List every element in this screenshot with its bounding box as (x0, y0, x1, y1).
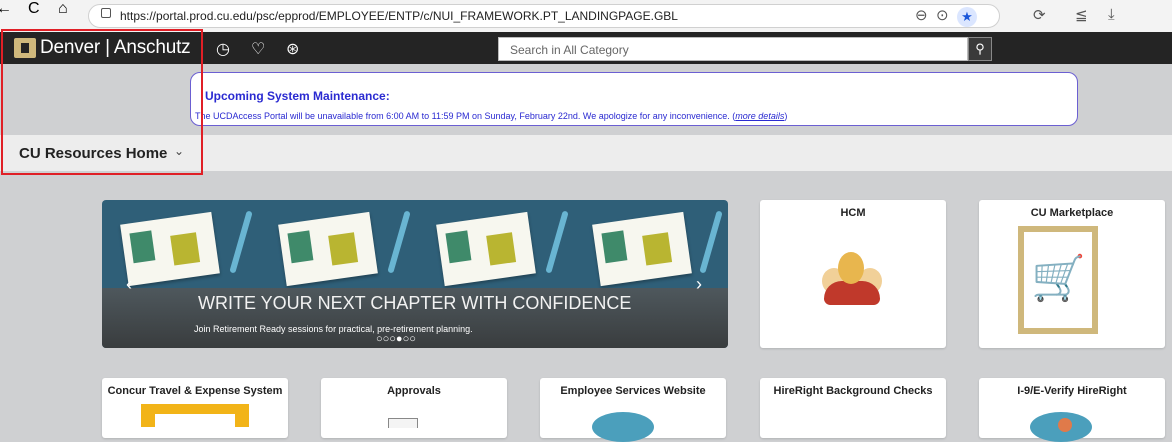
pen-illustration (229, 210, 253, 274)
book-illustration (278, 211, 378, 287)
globe-icon (592, 412, 654, 442)
favorites-list-icon[interactable]: ≦ (1075, 6, 1088, 24)
carousel-dots[interactable]: ○○○●○○ (376, 333, 416, 345)
home-icon[interactable]: ⌂ (58, 0, 68, 18)
tile-title: CU Marketplace (1030, 207, 1114, 219)
accessibility-icon[interactable]: ⊛ (286, 39, 299, 59)
more-icon[interactable]: ⊙ (936, 6, 949, 24)
banner-subtext: Join Retirement Ready sessions for pract… (194, 324, 473, 334)
notice-text-end: ) (784, 111, 788, 121)
carousel-next-icon[interactable]: › (696, 274, 702, 295)
notice-body: The UCDAccess Portal will be unavailable… (195, 111, 787, 121)
favorite-star-icon[interactable]: ★ (957, 7, 977, 27)
highlight-box (1, 29, 203, 175)
favorites-heart-icon[interactable]: ♡ (251, 39, 265, 59)
pen-illustration (545, 210, 569, 274)
pen-illustration (699, 210, 723, 274)
tile-title: Approvals (387, 385, 441, 397)
tile-title: HCM (840, 207, 866, 219)
person-icon (824, 281, 880, 305)
person-icon (838, 252, 864, 284)
back-icon[interactable]: ← (0, 0, 12, 18)
tile-title: Employee Services Website (560, 385, 706, 397)
pen-illustration (387, 210, 411, 274)
book-illustration (436, 211, 536, 287)
book-illustration (120, 211, 220, 287)
lock-icon (101, 8, 111, 18)
search-placeholder: Search in All Category (510, 43, 629, 57)
reload-icon[interactable]: C (28, 0, 40, 18)
tile-title: Concur Travel & Expense System (107, 385, 283, 397)
book-illustration (592, 211, 692, 287)
tile-title: HireRight Background Checks (773, 385, 933, 397)
extensions-icon[interactable]: ⟳ (1033, 6, 1046, 24)
concur-icon (141, 404, 249, 427)
verify-badge-icon (1058, 418, 1072, 432)
address-url: https://portal.prod.cu.edu/psc/epprod/EM… (120, 9, 678, 23)
notice-text: The UCDAccess Portal will be unavailable… (195, 111, 736, 121)
banner-headline[interactable]: WRITE YOUR NEXT CHAPTER WITH CONFIDENCE (198, 293, 631, 314)
search-icon[interactable]: ⚲ (968, 37, 992, 61)
zoom-icon[interactable]: ⊖ (915, 6, 928, 24)
tile-title: I-9/E-Verify HireRight (1017, 385, 1127, 397)
shopping-cart-icon: 🛒 (1031, 254, 1086, 303)
downloads-icon[interactable]: ⤓ (1108, 6, 1115, 23)
notice-title: Upcoming System Maintenance: (205, 89, 390, 103)
banner-carousel[interactable]: WRITE YOUR NEXT CHAPTER WITH CONFIDENCE … (102, 200, 728, 348)
carousel-prev-icon[interactable]: ‹ (126, 274, 132, 295)
more-details-link[interactable]: more details (735, 111, 784, 121)
recent-history-icon[interactable]: ◷ (216, 39, 230, 59)
